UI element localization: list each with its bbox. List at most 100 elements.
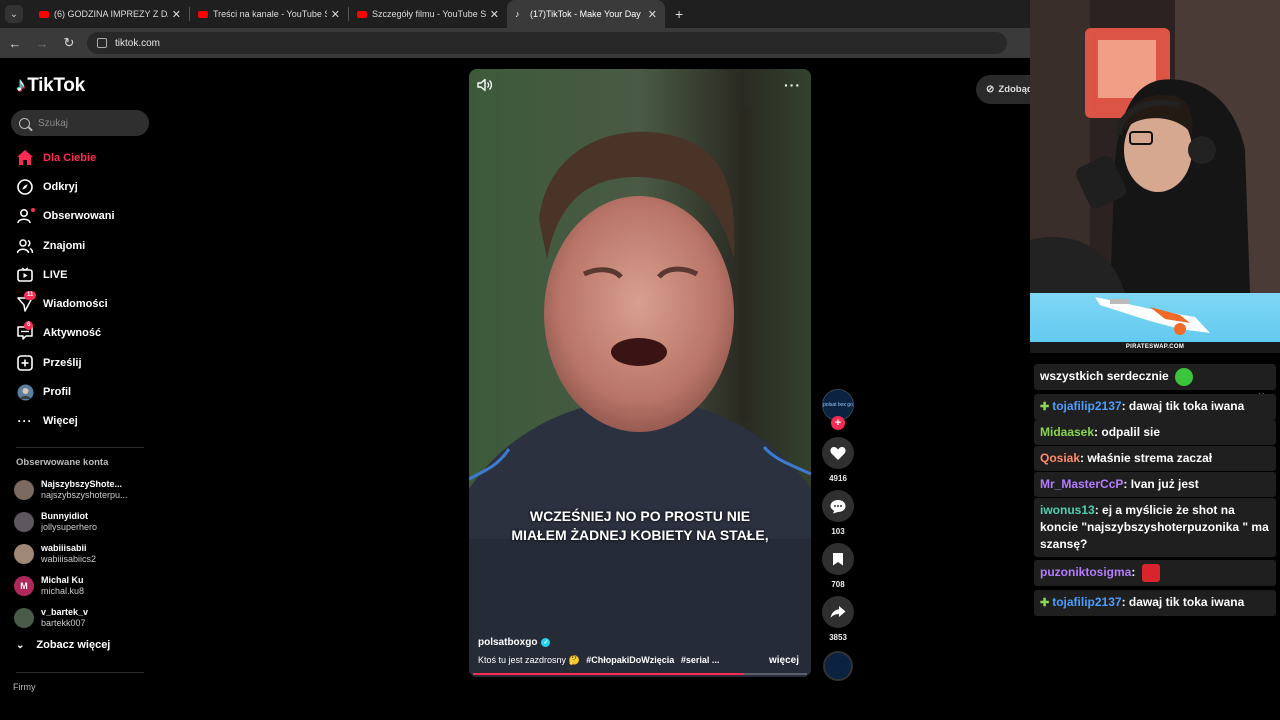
- nav-item-profile[interactable]: Profil: [0, 377, 170, 406]
- url-text: tiktok.com: [115, 37, 161, 49]
- chat-text: : dawaj tik toka iwana: [1121, 399, 1245, 413]
- chat-text: : Ivan już jest: [1123, 477, 1199, 491]
- forward-icon[interactable]: →: [30, 36, 54, 51]
- account-handle: michal.ku8: [41, 586, 85, 596]
- browser-toolbar: ← → ↻ tiktok.com: [0, 28, 1030, 58]
- nav-item-following[interactable]: Obserwowani: [0, 202, 170, 231]
- logo-text: TikTok: [27, 75, 85, 96]
- description-more-link[interactable]: więcej: [769, 655, 799, 666]
- browser-tab[interactable]: Treści na kanale - YouTube Studio ✕: [190, 0, 348, 28]
- nav-item-upload[interactable]: Prześlij: [0, 348, 170, 377]
- nav-label: LIVE: [43, 268, 68, 281]
- chat-text: :: [1131, 565, 1136, 580]
- upload-icon: [16, 354, 34, 372]
- account-handle: wabiiisabiics2: [41, 554, 97, 564]
- hashtag-link[interactable]: #ChłopakiDoWzięcia: [586, 655, 674, 665]
- nav-item-friends[interactable]: Znajomi: [0, 231, 170, 260]
- site-info-icon[interactable]: [97, 38, 107, 48]
- nav-label: Aktywność: [43, 327, 102, 340]
- author-name: polsatboxgo: [478, 637, 538, 648]
- see-more-label: Zobacz więcej: [36, 639, 111, 651]
- close-icon[interactable]: ✕: [331, 8, 340, 21]
- footer-section-title: Firmy: [13, 682, 36, 692]
- sidebar-divider: [16, 672, 144, 673]
- avatar: [14, 544, 34, 564]
- chat-message: ✚ tojafilip2137: dawaj tik toka iwana: [1034, 590, 1276, 616]
- followed-account[interactable]: M Michal Ku michal.ku8: [14, 570, 164, 602]
- bookmark-icon: [833, 553, 843, 566]
- save-count: 708: [831, 580, 845, 589]
- follow-button[interactable]: +: [831, 416, 845, 430]
- search-box[interactable]: [11, 110, 149, 136]
- save-button[interactable]: [822, 543, 854, 575]
- nav-item-for-you[interactable]: Dla Ciebie: [0, 143, 170, 172]
- see-more-button[interactable]: ⌄ Zobacz więcej: [16, 639, 110, 651]
- nav-item-live[interactable]: LIVE: [0, 260, 170, 289]
- new-tab-button[interactable]: +: [675, 6, 683, 22]
- chat-message: Midaasek: odpalil sie: [1034, 420, 1276, 445]
- close-icon[interactable]: ✕: [648, 8, 657, 21]
- address-bar[interactable]: tiktok.com: [87, 32, 1007, 54]
- nav-label: Więcej: [43, 415, 78, 428]
- close-icon[interactable]: ✕: [172, 8, 181, 21]
- more-options-icon[interactable]: ···: [784, 77, 801, 93]
- friends-icon: [16, 237, 34, 255]
- tiktok-logo[interactable]: ♪ TikTok: [16, 75, 85, 97]
- get-app-button[interactable]: ⊘ Zdobądź: [976, 75, 1036, 104]
- subtitle-line: MIAŁEM ŻADNEJ KOBIETY NA STAŁE,: [511, 527, 769, 543]
- chat-username: Mr_MasterCcP: [1040, 477, 1124, 491]
- nav-item-activity[interactable]: 6 Aktywność: [0, 319, 170, 348]
- like-button[interactable]: [822, 437, 854, 469]
- screen: ⌄ (6) GODZINA IMPREZY Z DAWID ✕ Treści n…: [0, 0, 1280, 720]
- followed-account[interactable]: Bunnyidiot jollysuperhero: [14, 506, 164, 538]
- home-icon: [16, 149, 34, 167]
- browser-tab-bar: ⌄ (6) GODZINA IMPREZY Z DAWID ✕ Treści n…: [0, 0, 1030, 28]
- webcam-image: [1030, 0, 1280, 293]
- followed-account[interactable]: wabiiisabii wabiiisabiics2: [14, 538, 164, 570]
- search-input[interactable]: [38, 117, 138, 129]
- app-icon: ⊘: [986, 84, 995, 95]
- tab-title: (6) GODZINA IMPREZY Z DAWID: [54, 9, 168, 19]
- verified-icon: ✓: [541, 638, 551, 647]
- chat-message: Mr_MasterCcP: Ivan już jest: [1034, 472, 1276, 497]
- volume-icon[interactable]: [477, 78, 497, 92]
- video-subtitle: WCZEŚNIEJ NO PO PROSTU NIE MIAŁEM ŻADNEJ…: [469, 507, 811, 545]
- tab-search-button[interactable]: ⌄: [5, 5, 23, 23]
- chat-text: : dawaj tik toka iwana: [1121, 595, 1245, 609]
- main-nav: Dla Ciebie Odkryj Obserwowani Znajomi LI…: [0, 143, 170, 436]
- chat-message: Qosiak: właśnie strema zaczał: [1034, 446, 1276, 471]
- account-name: v_bartek_v: [41, 607, 89, 617]
- browser-tab[interactable]: (6) GODZINA IMPREZY Z DAWID ✕: [31, 0, 189, 28]
- tab-title: Szczegóły filmu - YouTube Studio: [372, 9, 486, 19]
- nav-label: Znajomi: [43, 239, 86, 252]
- share-button[interactable]: [822, 596, 854, 628]
- tiktok-icon: ♪: [515, 9, 520, 19]
- video-progress-bar[interactable]: [473, 673, 807, 675]
- notification-dot: [31, 207, 35, 212]
- chat-message: puzoniktosigma:: [1034, 560, 1276, 586]
- sponsor-banner: PIRATESWAP.COM: [1030, 293, 1280, 353]
- back-icon[interactable]: ←: [3, 36, 27, 51]
- browser-tab-active[interactable]: ♪ (17)TikTok - Make Your Day ✕: [507, 0, 665, 28]
- video-author[interactable]: polsatboxgo ✓: [478, 637, 551, 648]
- description-text: Ktoś tu jest zazdrosny 🤔: [478, 655, 580, 665]
- hashtag-link[interactable]: #serial ...: [681, 655, 720, 665]
- red-emote-icon: [1141, 564, 1160, 582]
- close-icon[interactable]: ✕: [490, 8, 499, 21]
- browser-tab[interactable]: Szczegóły filmu - YouTube Studio ✕: [349, 0, 507, 28]
- nav-item-more[interactable]: ··· Więcej: [0, 407, 170, 436]
- share-action: 3853: [822, 596, 854, 642]
- chat-username: iwonus13: [1040, 503, 1095, 517]
- followed-account[interactable]: v_bartek_v bartekk007: [14, 602, 164, 634]
- video-player[interactable]: ··· WCZEŚNIEJ NO PO PROSTU NIE MIAŁEM ŻA…: [469, 69, 811, 677]
- reload-icon[interactable]: ↻: [57, 35, 81, 51]
- nav-item-messages[interactable]: 11 Wiadomości: [0, 289, 170, 318]
- account-handle: bartekk007: [41, 618, 86, 628]
- account-handle: najszybszyshoterpu...: [41, 490, 128, 500]
- chat-message: iwonus13: ej a myślicie że shot na konci…: [1034, 498, 1276, 557]
- nav-item-explore[interactable]: Odkryj: [0, 172, 170, 201]
- followed-account[interactable]: NajszybszyShote... najszybszyshoterpu...: [14, 474, 164, 506]
- avatar: [14, 512, 34, 532]
- music-disc[interactable]: [823, 651, 853, 681]
- comment-button[interactable]: [822, 490, 854, 522]
